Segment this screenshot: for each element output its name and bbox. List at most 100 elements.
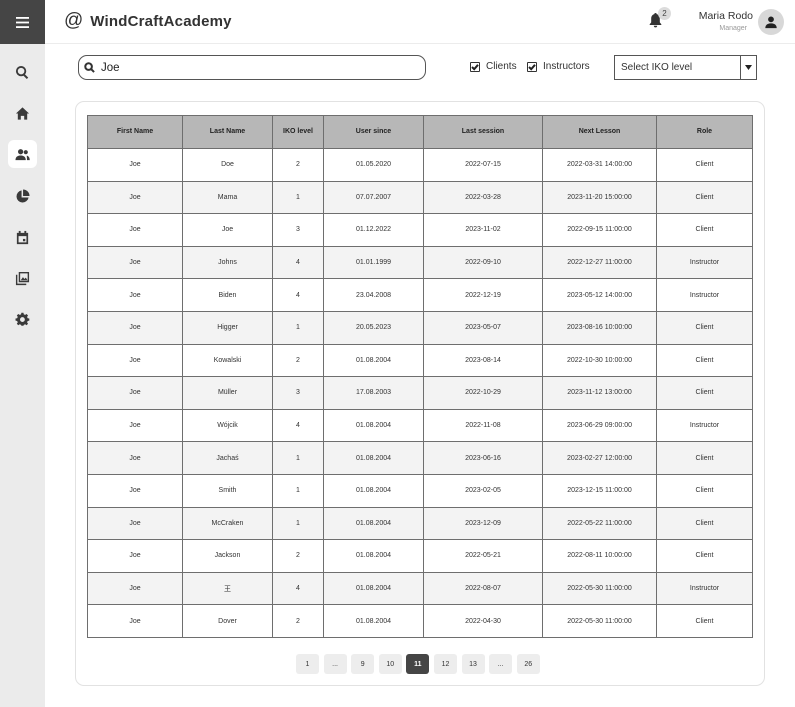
table-row[interactable]: Joe Smith 1 01.08.2004 2023-02-05 2023-12-15 …: [87, 473, 753, 508]
table-cell: 4: [272, 571, 324, 606]
page-button[interactable]: 26: [516, 654, 540, 674]
page-button-current[interactable]: 11: [406, 654, 430, 674]
instructors-label: Instructors: [543, 61, 590, 72]
table-row[interactable]: Joe Mama 1 07.07.2007 2022-03-28 2023-11-20 1…: [87, 180, 753, 215]
table-cell: 01.08.2004: [323, 571, 424, 606]
calendar-icon: [16, 230, 29, 244]
page-button[interactable]: 9: [351, 654, 375, 674]
table-cell: Joe: [87, 441, 183, 475]
table-cell: Client: [656, 506, 753, 541]
dropdown-arrow[interactable]: [740, 56, 756, 79]
table-row[interactable]: Joe Higger 1 20.05.2023 2023-05-07 2023-08-16…: [87, 310, 753, 345]
table-cell: 2023-11-20 15:00:00: [542, 180, 657, 215]
table-cell: 2023-06-29 09:00:00: [542, 408, 657, 443]
table-row[interactable]: Joe Kowalski 2 01.08.2004 2023-08-14 2022-10-…: [87, 343, 753, 378]
column-header[interactable]: Last session: [423, 115, 543, 149]
table-cell: 2022-05-30 11:00:00: [542, 604, 657, 638]
table-row[interactable]: Joe Biden 4 23.04.2008 2022-12-19 2023-05-12 …: [87, 278, 753, 312]
table-row[interactable]: Joe Doe 2 01.05.2020 2022-07-15 2022-03-31 14…: [87, 148, 753, 182]
table-row[interactable]: Joe Müller 3 17.08.2003 2022-10-29 2023-11-12…: [87, 376, 753, 410]
table-cell: 2: [272, 604, 324, 638]
table-cell: 2023-12-15 11:00:00: [542, 473, 657, 508]
table-cell: Joe: [87, 310, 183, 345]
table-cell: 01.08.2004: [323, 343, 424, 378]
sidebar-item-users[interactable]: [8, 140, 37, 168]
clients-checkbox[interactable]: Clients: [470, 61, 517, 72]
iko-level-select[interactable]: Select IKO level: [614, 55, 757, 80]
table-cell: 2022-05-30 11:00:00: [542, 571, 657, 606]
table-cell: McCraken: [182, 506, 273, 541]
column-header[interactable]: Next Lesson: [542, 115, 657, 149]
table-cell: 01.05.2020: [323, 148, 424, 182]
table-row[interactable]: Joe Dover 2 01.08.2004 2022-04-30 2022-05-30 …: [87, 604, 753, 638]
gear-icon: [15, 312, 30, 326]
search-icon: [84, 62, 95, 73]
column-header[interactable]: First Name: [87, 115, 183, 149]
page-button[interactable]: 10: [378, 654, 402, 674]
checkmark-icon: [528, 63, 536, 71]
page-ellipsis: ...: [323, 654, 347, 674]
table-cell: Client: [656, 310, 753, 345]
table-cell: Client: [656, 604, 753, 638]
clients-label: Clients: [486, 61, 517, 72]
table-cell: Wójcik: [182, 408, 273, 443]
table-cell: 3: [272, 376, 324, 410]
table-cell: 1: [272, 506, 324, 541]
column-header[interactable]: User since: [323, 115, 424, 149]
table-cell: Instructor: [656, 571, 753, 606]
sidebar: [0, 0, 45, 707]
table-cell: Client: [656, 343, 753, 378]
brand-logo[interactable]: @ WindCraftAcademy: [64, 11, 232, 31]
table-cell: 2022-05-22 11:00:00: [542, 506, 657, 541]
table-cell: 2022-03-31 14:00:00: [542, 148, 657, 182]
table-row[interactable]: Joe Jackson 2 01.08.2004 2022-05-21 2022-08-1…: [87, 539, 753, 573]
page-button[interactable]: 13: [461, 654, 485, 674]
sidebar-item-search[interactable]: [8, 58, 37, 86]
table-cell: 4: [272, 245, 324, 280]
table-cell: Johns: [182, 245, 273, 280]
table-cell: 01.01.1999: [323, 245, 424, 280]
page-button[interactable]: 1: [296, 654, 319, 674]
table-cell: 2023-12-09: [423, 506, 543, 541]
table-cell: 1: [272, 473, 324, 508]
table-cell: 2023-02-27 12:00:00: [542, 441, 657, 475]
table-cell: Jackson: [182, 539, 273, 573]
gallery-icon: [15, 271, 30, 285]
table-cell: 20.05.2023: [323, 310, 424, 345]
table-cell: 17.08.2003: [323, 376, 424, 410]
instructors-checkbox[interactable]: Instructors: [527, 61, 590, 72]
notifications-button[interactable]: 2: [648, 7, 671, 32]
column-header[interactable]: Last Name: [182, 115, 273, 149]
table-row[interactable]: Joe Wójcik 4 01.08.2004 2022-11-08 2023-06-29…: [87, 408, 753, 443]
search-value: Joe: [101, 61, 120, 74]
table-cell: 07.07.2007: [323, 180, 424, 215]
table-cell: 01.12.2022: [323, 213, 424, 247]
sidebar-item-reports[interactable]: [8, 182, 37, 210]
column-header[interactable]: IKO level: [272, 115, 324, 149]
table-row[interactable]: Joe Jachaś 1 01.08.2004 2023-06-16 2023-02-27…: [87, 441, 753, 475]
home-icon: [15, 106, 30, 120]
column-header[interactable]: Role: [656, 115, 753, 149]
search-input[interactable]: Joe: [78, 55, 426, 80]
table-cell: Joe: [182, 213, 273, 247]
sidebar-item-gallery[interactable]: [8, 264, 37, 292]
table-cell: 3: [272, 213, 324, 247]
table-cell: 2023-11-02: [423, 213, 543, 247]
avatar[interactable]: [758, 9, 784, 35]
page-button[interactable]: 12: [433, 654, 457, 674]
sidebar-item-settings[interactable]: [8, 305, 37, 333]
table-row[interactable]: Joe 王 4 01.08.2004 2022-08-07 2022-05-30 11:0…: [87, 571, 753, 606]
table-row[interactable]: Joe Joe 3 01.12.2022 2023-11-02 2022-09-15 11…: [87, 213, 753, 247]
table-cell: 2023-08-16 10:00:00: [542, 310, 657, 345]
table-row[interactable]: Joe McCraken 1 01.08.2004 2023-12-09 2022-05-…: [87, 506, 753, 541]
table-cell: 2022-09-15 11:00:00: [542, 213, 657, 247]
sidebar-item-calendar[interactable]: [8, 223, 37, 251]
sidebar-item-home[interactable]: [8, 99, 37, 127]
checkmark-icon: [471, 63, 479, 71]
table-cell: 2022-10-30 10:00:00: [542, 343, 657, 378]
page-ellipsis: ...: [489, 654, 513, 674]
table-cell: Joe: [87, 376, 183, 410]
menu-button[interactable]: [0, 0, 45, 44]
table-row[interactable]: Joe Johns 4 01.01.1999 2022-09-10 2022-12-27 …: [87, 245, 753, 280]
table-cell: Kowalski: [182, 343, 273, 378]
